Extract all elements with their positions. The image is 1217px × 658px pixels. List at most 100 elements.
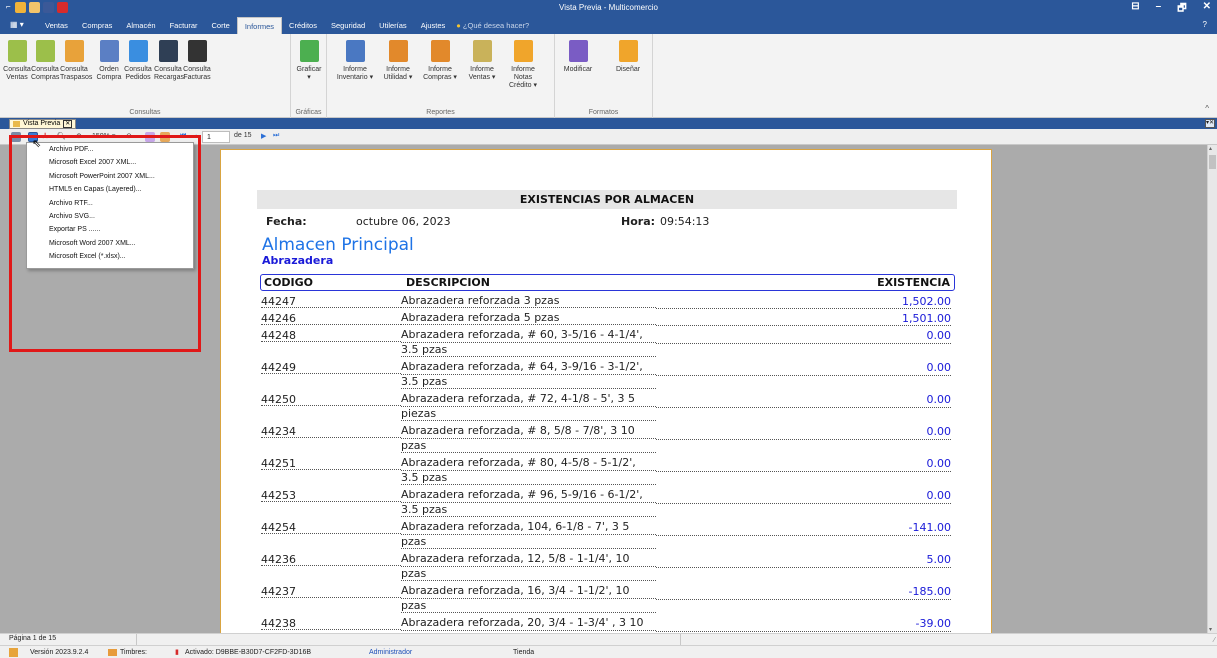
table-row: 44247 Abrazadera reforzada 3 pzas 1,502.00 [260, 295, 955, 312]
maximize-icon[interactable]: 🗗 [1177, 1, 1186, 18]
scroll-up-icon[interactable]: ▴ [1209, 145, 1212, 152]
consulta-traspasos-button[interactable]: Consulta Traspasos [60, 40, 92, 82]
report-page: EXISTENCIAS POR ALMACEN Fecha: octubre 0… [220, 149, 992, 633]
tab-corte[interactable]: Corte [205, 17, 237, 34]
ribbon-button-sublabel: Inventario ▾ [336, 74, 374, 81]
row-divider [656, 308, 951, 309]
dise-ar-button[interactable]: Diseñar [611, 40, 645, 74]
row-descripcion-line2: 3.5 pzas [401, 471, 448, 484]
row-divider [656, 631, 951, 632]
collapse-ribbon-icon[interactable]: ^ [1205, 104, 1209, 113]
table-row: 44246 Abrazadera reforzada 5 pzas 1,501.00 [260, 312, 955, 329]
table-row: 44251 Abrazadera reforzada, # 80, 4-5/8 -… [260, 457, 955, 489]
restore-ribbon-icon[interactable]: ⊟ [1131, 1, 1139, 18]
horizontal-scrollbar[interactable]: Página 1 de 15 ⁄ [0, 633, 1217, 646]
informe-notas-cr-dito-button[interactable]: Informe Notas Crédito ▾ [502, 40, 544, 90]
panel-close-icon[interactable]: ▾✕ [1205, 119, 1215, 128]
ribbon-button-label: Consulta [124, 66, 152, 73]
minimize-icon[interactable]: – [1156, 1, 1162, 18]
scroll-down-icon[interactable]: ▾ [1209, 626, 1212, 633]
scroll-thumb[interactable] [1209, 155, 1216, 169]
tab-ventas[interactable]: Ventas [38, 17, 75, 34]
header-descripcion: DESCRIPCION [406, 276, 490, 289]
tell-me-search[interactable]: ● ¿Qué desea hacer? [452, 17, 529, 34]
ribbon-button-label: Informe Notas [511, 66, 535, 81]
row-divider [656, 325, 951, 326]
row-codigo: 44236 [261, 553, 401, 566]
row-descripcion-line1: Abrazadera reforzada, # 64, 3-9/16 - 3-1… [401, 360, 643, 373]
row-existencia: -141.00 [908, 521, 951, 534]
row-divider [401, 313, 656, 325]
informe-ventas-button[interactable]: Informe Ventas ▾ [461, 40, 503, 82]
row-divider [656, 343, 951, 344]
doc-lines-icon [7, 40, 27, 62]
table-header: CODIGO DESCRIPCION EXISTENCIA [260, 274, 955, 291]
row-divider [401, 406, 656, 407]
ribbon-button-label: Consulta [3, 66, 31, 73]
consulta-facturas-button[interactable]: Consulta Facturas [183, 40, 211, 82]
ribbon-button-sublabel: Recargas [154, 74, 184, 81]
row-existencia: 1,501.00 [902, 312, 951, 325]
row-descripcion-line1: Abrazadera reforzada, 104, 6-1/8 - 7', 3… [401, 520, 630, 533]
tab-informes[interactable]: Informes [236, 17, 283, 34]
table-row: 44234 Abrazadera reforzada, # 8, 5/8 - 7/… [260, 425, 955, 457]
tab-utilerias[interactable]: Utilerías [372, 17, 414, 34]
informe-utilidad-button[interactable]: Informe Utilidad ▾ [377, 40, 419, 82]
row-divider [401, 534, 656, 535]
graficar-button[interactable]: Graficar ▾ [295, 40, 323, 82]
timbres-icon [108, 646, 117, 658]
resize-grip-icon[interactable]: ⁄ [1214, 637, 1215, 644]
row-divider [401, 452, 656, 453]
close-icon[interactable]: ✕ [1203, 1, 1211, 18]
ribbon-button-sublabel: Facturas [183, 74, 211, 81]
page-number-input[interactable]: 1 [202, 131, 230, 143]
table-row: 44254 Abrazadera reforzada, 104, 6-1/8 - … [260, 521, 955, 553]
row-divider [656, 471, 951, 472]
tab-ajustes[interactable]: Ajustes [414, 17, 453, 34]
tab-seguridad[interactable]: Seguridad [324, 17, 372, 34]
modificar-button[interactable]: Modificar [561, 40, 595, 74]
ribbon-button-label: Informe [386, 66, 410, 73]
tab-facturar[interactable]: Facturar [163, 17, 205, 34]
ribbon-button-sublabel: Utilidad ▾ [383, 74, 413, 81]
house-icon [64, 40, 84, 62]
consulta-compras-button[interactable]: Consulta Compras [31, 40, 59, 82]
row-existencia: 0.00 [926, 425, 952, 438]
tab-creditos[interactable]: Créditos [282, 17, 324, 34]
row-codigo: 44248 [261, 329, 401, 342]
row-existencia: -39.00 [915, 617, 951, 630]
row-divider [656, 439, 951, 440]
table-row: 44238 Abrazadera reforzada, 20, 3/4 - 1-3… [260, 617, 955, 633]
app-menu-button[interactable]: ▦ ▾ [10, 20, 24, 29]
row-divider [656, 535, 951, 536]
orden-compra-button[interactable]: Orden Compra [95, 40, 123, 82]
row-existencia: 5.00 [926, 553, 952, 566]
last-page-icon[interactable]: ⏭ [273, 132, 279, 140]
row-descripcion-line2: pzas [401, 439, 427, 452]
vertical-scrollbar[interactable]: ▴ ▾ [1207, 145, 1217, 633]
help-icon[interactable]: ? [1203, 20, 1207, 29]
consulta-pedidos-button[interactable]: Consulta Pedidos [124, 40, 152, 82]
consulta-ventas-button[interactable]: Consulta Ventas [3, 40, 31, 82]
tab-close-icon[interactable]: ✕ [63, 120, 73, 128]
row-divider [401, 612, 656, 613]
row-existencia: 0.00 [926, 393, 952, 406]
consulta-recargas-button[interactable]: Consulta Recargas [154, 40, 184, 82]
lightbulb-icon: ● [456, 21, 463, 30]
ribbon-button-label: Consulta [60, 66, 88, 73]
tab-vista-previa[interactable]: Vista Previa ✕ [9, 119, 77, 129]
informe-inventario-button[interactable]: Informe Inventario ▾ [334, 40, 376, 82]
document-tab-bar: Vista Previa ✕ ▾✕ [0, 118, 1217, 129]
ribbon-button-sublabel: Compra [96, 74, 122, 81]
ribbon-tabs: Ventas Compras Almacén Facturar Corte Informe… [38, 17, 529, 34]
ribbon-button-label: Consulta [31, 66, 59, 73]
bar-chart-icon [299, 40, 319, 62]
next-page-icon[interactable]: ▶ [261, 132, 266, 140]
tab-almacen[interactable]: Almacén [119, 17, 162, 34]
ribbon-group-3: Modificar Diseñar Formatos [555, 34, 653, 118]
header-existencia: EXISTENCIA [877, 276, 950, 289]
informe-compras-button[interactable]: Informe Compras ▾ [419, 40, 461, 82]
tab-compras[interactable]: Compras [75, 17, 119, 34]
row-existencia: 0.00 [926, 361, 952, 374]
window-controls: ⊟ – 🗗 ✕ [1131, 1, 1211, 18]
